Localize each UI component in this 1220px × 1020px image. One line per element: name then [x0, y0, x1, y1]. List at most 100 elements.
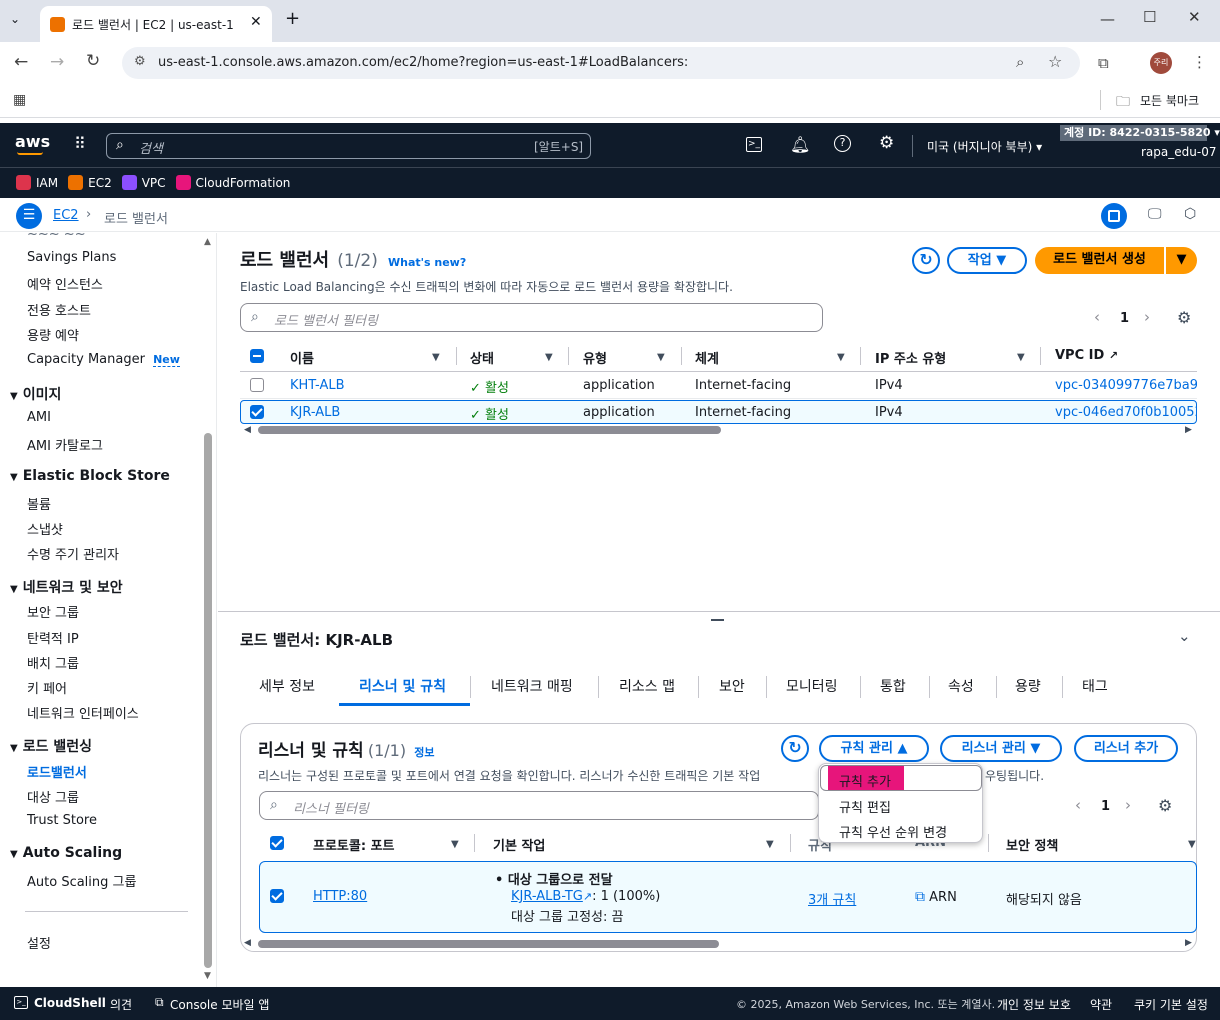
lb-filter-input[interactable]: ⌕ 로드 밸런서 필터링 [240, 303, 823, 332]
scroll-down-icon[interactable]: ▼ [204, 971, 211, 981]
favorite-cloudformation[interactable]: CloudFormation [175, 175, 290, 190]
sort-caret-icon[interactable]: ▼ [1188, 839, 1196, 850]
tab-security[interactable]: 보안 [719, 676, 745, 696]
sidebar-section-ebs[interactable]: ▼ Elastic Block Store [10, 468, 170, 484]
tab-resource-map[interactable]: 리소스 맵 [619, 676, 675, 696]
sidebar-item-ami[interactable]: AMI [27, 410, 51, 425]
target-group-link[interactable]: KJR-ALB-TG [511, 889, 583, 904]
aws-search-input[interactable]: ⌕ 검색 [알트+S] [106, 133, 591, 159]
sidebar-item-volumes[interactable]: 볼륨 [27, 494, 51, 513]
menu-item-add-rule[interactable]: 규칙 추가 [839, 771, 891, 790]
sidebar-item-load-balancers[interactable]: 로드밸런서 [27, 762, 87, 781]
zoom-icon[interactable]: ⌕ [1016, 53, 1024, 71]
sidebar-section-load-balancing[interactable]: ▼ 로드 밸런싱 [10, 736, 92, 756]
footer-terms[interactable]: 약관 [1090, 996, 1112, 1013]
close-tab-icon[interactable]: ✕ [250, 14, 262, 30]
whats-new-link[interactable]: What's new? [388, 256, 466, 269]
select-all-listeners-checkbox[interactable] [270, 836, 284, 850]
refresh-listeners-button[interactable]: ↻ [781, 735, 809, 762]
table-preferences-gear-icon[interactable]: ⚙ [1177, 308, 1191, 327]
side-nav-toggle-icon[interactable]: ☰ [16, 203, 42, 229]
account-id-badge[interactable]: 계정 ID: 8422-0315-5820 ▾ [1060, 125, 1220, 141]
sort-caret-icon[interactable]: ▼ [432, 352, 440, 363]
sidebar-item-trust-store[interactable]: Trust Store [27, 813, 97, 828]
back-icon[interactable]: ← [14, 52, 28, 72]
manage-listener-button[interactable]: 리스너 관리 ▼ [940, 735, 1062, 762]
prev-page-icon[interactable]: ‹ [1094, 308, 1100, 326]
sidebar-item-auto-scaling-groups[interactable]: Auto Scaling 그룹 [27, 871, 136, 890]
create-lb-button[interactable]: 로드 밸런서 생성 [1035, 247, 1164, 274]
favorite-vpc[interactable]: VPC [121, 175, 166, 190]
sidebar-item-dedicated-hosts[interactable]: 전용 호스트 [27, 300, 91, 319]
aws-logo[interactable]: aws [15, 132, 50, 151]
lb-table-hscrollbar[interactable] [258, 426, 721, 434]
sort-caret-icon[interactable]: ▼ [545, 352, 553, 363]
notifications-bell-icon[interactable]: 🔔︎ [790, 135, 810, 154]
breadcrumb-ec2[interactable]: EC2 [53, 208, 79, 223]
col-ip-type[interactable]: IP 주소 유형 [875, 348, 946, 367]
sidebar-item-savings-plans[interactable]: Savings Plans [27, 250, 116, 265]
next-page-icon[interactable]: › [1144, 308, 1150, 326]
services-grid-icon[interactable]: ⠿ [74, 134, 86, 153]
next-page-icon[interactable]: › [1125, 796, 1131, 814]
sort-caret-icon[interactable]: ▼ [451, 839, 459, 850]
tab-tags[interactable]: 태그 [1082, 676, 1108, 696]
footer-privacy[interactable]: 개인 정보 보호 [997, 996, 1071, 1013]
sidebar-item-ami-catalog[interactable]: AMI 카탈로그 [27, 435, 103, 454]
col-protocol-port[interactable]: 프로토콜: 포트 [313, 835, 395, 854]
col-type[interactable]: 유형 [583, 348, 607, 367]
col-default-action[interactable]: 기본 작업 [493, 835, 545, 854]
sidebar-item-capacity-reservations[interactable]: 용량 예약 [27, 325, 79, 344]
footer-console-mobile[interactable]: Console 모바일 앱 [170, 996, 269, 1013]
window-close-icon[interactable]: ✕ [1188, 8, 1201, 26]
sort-caret-icon[interactable]: ▼ [657, 352, 665, 363]
table-preferences-gear-icon[interactable]: ⚙ [1158, 796, 1172, 815]
lb-name-link[interactable]: KHT-ALB [290, 378, 345, 393]
collapse-panel-chevron-icon[interactable]: ⌄ [1178, 627, 1191, 645]
sort-caret-icon[interactable]: ▼ [837, 352, 845, 363]
username[interactable]: rapa_edu-07 [1141, 145, 1216, 159]
favorite-iam[interactable]: IAM [16, 175, 58, 190]
hscroll-right-icon[interactable]: ▶ [1185, 425, 1192, 435]
tab-monitoring[interactable]: 모니터링 [786, 676, 838, 696]
create-lb-dropdown-button[interactable]: ▼ [1166, 247, 1197, 274]
listener-filter-input[interactable]: ⌕ 리스너 필터링 [259, 791, 819, 820]
sidebar-item-snapshots[interactable]: 스냅샷 [27, 519, 63, 538]
browser-tab[interactable]: 로드 밸런서 | EC2 | us-east-1 ✕ [40, 6, 272, 42]
browser-menu-icon[interactable]: ⋮ [1192, 53, 1207, 71]
lb-page-number[interactable]: 1 [1120, 311, 1129, 326]
sidebar-item-key-pairs[interactable]: 키 페어 [27, 678, 67, 697]
extensions-icon[interactable]: ⧉ [1098, 54, 1109, 72]
sidebar-item-elastic-ips[interactable]: 탄력적 IP [27, 628, 79, 647]
forward-icon[interactable]: → [50, 52, 64, 72]
menu-item-edit-rules[interactable]: 규칙 편집 [839, 797, 891, 816]
monitor-icon[interactable]: 🖵 [1148, 206, 1162, 222]
tab-network-mapping[interactable]: 네트워크 매핑 [491, 676, 573, 696]
info-link[interactable]: 정보 [414, 746, 434, 759]
row-checkbox-checked[interactable] [250, 405, 264, 419]
prev-page-icon[interactable]: ‹ [1075, 796, 1081, 814]
listener-table-hscrollbar[interactable] [258, 940, 719, 948]
sidebar-item-target-groups[interactable]: 대상 그룹 [27, 787, 79, 806]
manage-rules-button[interactable]: 규칙 관리 ▲ [819, 735, 929, 762]
apps-grid-icon[interactable]: ▦ [13, 92, 26, 108]
lb-name-link[interactable]: KJR-ALB [290, 405, 340, 420]
col-vpc-id[interactable]: VPC ID ↗ [1055, 348, 1118, 363]
region-selector[interactable]: 미국 (버지니아 북부) ▾ [927, 138, 1042, 155]
tab-details[interactable]: 세부 정보 [259, 676, 315, 696]
tab-attributes[interactable]: 속성 [948, 676, 974, 696]
reload-icon[interactable]: ↻ [86, 51, 100, 71]
hscroll-left-icon[interactable]: ◀ [244, 938, 251, 948]
help-icon[interactable]: ? [834, 135, 851, 152]
sidebar-section-network-security[interactable]: ▼ 네트워크 및 보안 [10, 577, 123, 597]
listener-page-number[interactable]: 1 [1101, 799, 1110, 814]
sidebar-item-security-groups[interactable]: 보안 그룹 [27, 602, 79, 621]
listener-row-checkbox[interactable] [270, 889, 284, 903]
bookmark-star-icon[interactable]: ☆ [1048, 52, 1062, 71]
col-name[interactable]: 이름 [290, 348, 314, 367]
col-security-policy[interactable]: 보안 정책 [1006, 835, 1058, 854]
add-listener-button[interactable]: 리스너 추가 [1074, 735, 1178, 762]
site-info-icon[interactable]: ⚙ [134, 54, 146, 69]
tab-integrations[interactable]: 통합 [880, 676, 906, 696]
sidebar-item-capacity-manager[interactable]: Capacity Manager New [27, 352, 180, 367]
